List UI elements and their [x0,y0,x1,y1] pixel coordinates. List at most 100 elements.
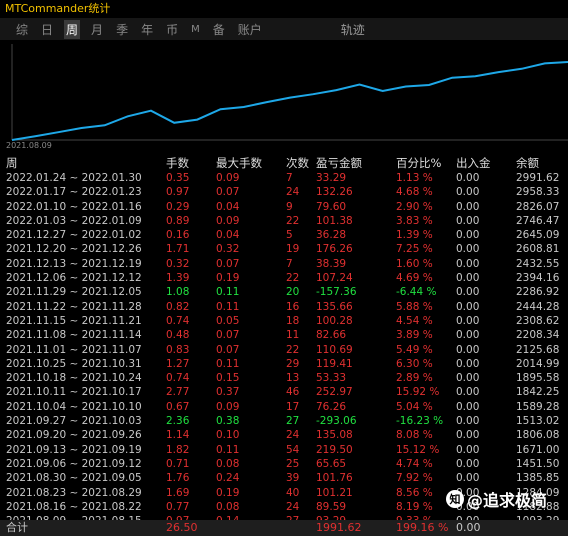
cell-pnl: 76.26 [316,400,347,413]
tab-day[interactable]: 日 [39,20,55,39]
cell-pct: 7.92 % [396,472,433,485]
table-row[interactable]: 2021.12.13 ~ 2021.12.19 0.32 0.07 7 38.39 1.6… [0,257,568,271]
table-row[interactable]: 2021.10.11 ~ 2021.10.17 2.77 0.37 46 252.97 1… [0,385,568,399]
cell-bal: 2394.16 [516,272,560,285]
header-pnl[interactable]: 盈亏金额 [316,155,362,171]
table-row[interactable]: 2021.11.15 ~ 2021.11.21 0.74 0.05 18 100.28 4… [0,314,568,328]
cell-io: 0.00 [456,457,480,470]
table-row[interactable]: 2021.09.27 ~ 2021.10.03 2.36 0.38 27 -293.06… [0,414,568,428]
tab-account[interactable]: 账户 [236,20,264,39]
cell-cnt: 5 [286,229,293,242]
cell-bal: 2432.55 [516,257,560,270]
header-deposit[interactable]: 出入金 [456,155,491,171]
table-row[interactable]: 2022.01.03 ~ 2022.01.09 0.89 0.09 22 101.38 3… [0,214,568,228]
balance-chart-svg [11,44,568,141]
tab-overview[interactable]: 综 [14,20,30,39]
table-row[interactable]: 2021.11.22 ~ 2021.11.28 0.82 0.11 16 135.66 5… [0,300,568,314]
cell-cnt: 7 [286,172,293,184]
balance-line [11,61,568,141]
cell-lots: 1.76 [166,472,190,485]
cell-io: 0.00 [456,243,480,256]
table-row[interactable]: 2021.08.30 ~ 2021.09.05 1.76 0.24 39 101.76 7… [0,471,568,485]
tab-year[interactable]: 年 [139,20,155,39]
tab-track[interactable]: 轨迹 [339,20,367,39]
cell-pnl: 101.21 [316,486,353,499]
tab-quarter[interactable]: 季 [114,20,130,39]
header-max-lots[interactable]: 最大手数 [216,155,262,171]
cell-bal: 2991.62 [516,172,560,184]
cell-pnl: 65.65 [316,457,347,470]
table-row[interactable]: 2021.12.27 ~ 2022.01.02 0.16 0.04 5 36.28 1.3… [0,228,568,242]
table-row[interactable]: 2021.09.13 ~ 2021.09.19 1.82 0.11 54 219.50 1… [0,443,568,457]
cell-max: 0.08 [216,457,240,470]
cell-pct: 8.08 % [396,429,433,442]
cell-pnl: -157.36 [316,286,357,299]
cell-pnl: 110.69 [316,343,353,356]
tab-month[interactable]: 月 [89,20,105,39]
cell-week: 2021.08.30 ~ 2021.09.05 [6,472,142,485]
cell-week: 2021.10.25 ~ 2021.10.31 [6,357,142,370]
cell-bal: 1513.02 [516,415,560,428]
cell-cnt: 40 [286,486,300,499]
table-row[interactable]: 2022.01.17 ~ 2022.01.23 0.97 0.07 24 132.26 4… [0,185,568,199]
cell-pct: 5.88 % [396,300,433,313]
cell-io: 0.00 [456,286,480,299]
cell-max: 0.15 [216,372,240,385]
header-lots[interactable]: 手数 [166,155,189,171]
cell-pnl: 101.38 [316,214,353,227]
tab-week[interactable]: 周 [64,19,81,39]
table-row[interactable]: 2022.01.10 ~ 2022.01.16 0.29 0.04 9 79.60 2.9… [0,200,568,214]
table-row[interactable]: 2021.09.20 ~ 2021.09.26 1.14 0.10 24 135.08 8… [0,428,568,442]
cell-pnl: 38.39 [316,257,347,270]
cell-week: 2021.09.20 ~ 2021.09.26 [6,429,142,442]
header-balance[interactable]: 余额 [516,155,539,171]
cell-bal: 2208.34 [516,329,560,342]
cell-max: 0.09 [216,214,240,227]
cell-bal: 2645.09 [516,229,560,242]
cell-week: 2021.12.20 ~ 2021.12.26 [6,243,142,256]
cell-pnl: 100.28 [316,314,353,327]
window-title: MTCommander统计 [0,0,568,18]
cell-bal: 1589.28 [516,400,560,413]
tab-currency[interactable]: 币 [164,20,180,39]
cell-io: 0.00 [456,272,480,285]
table-row[interactable]: 2022.01.24 ~ 2022.01.30 0.35 0.09 7 33.29 1.1… [0,171,568,185]
table-row[interactable]: 2021.11.08 ~ 2021.11.14 0.48 0.07 11 82.66 3.… [0,328,568,342]
header-week[interactable]: 周 [6,155,18,171]
table-row[interactable]: 2021.10.25 ~ 2021.10.31 1.27 0.11 29 119.41 6… [0,357,568,371]
cell-cnt: 11 [286,329,300,342]
zhihu-logo-icon: 知 [446,490,464,508]
cell-lots: 0.48 [166,329,190,342]
table-body: 2022.01.24 ~ 2022.01.30 0.35 0.09 7 33.29 1.1… [0,171,568,528]
cell-pnl: 135.08 [316,429,353,442]
cell-pnl: 82.66 [316,329,347,342]
total-deposit: 0.00 [456,521,481,534]
table-row[interactable]: 2021.11.01 ~ 2021.11.07 0.83 0.07 22 110.69 5… [0,343,568,357]
cell-pct: 3.89 % [396,329,433,342]
table-row[interactable]: 2021.11.29 ~ 2021.12.05 1.08 0.11 20 -157.36… [0,285,568,299]
tab-backup[interactable]: 备 [211,20,227,39]
cell-week: 2021.08.16 ~ 2021.08.22 [6,500,142,513]
cell-bal: 2308.62 [516,314,560,327]
cell-pct: 8.19 % [396,500,433,513]
cell-lots: 0.71 [166,457,190,470]
header-count[interactable]: 次数 [286,155,309,171]
table-row[interactable]: 2021.12.06 ~ 2021.12.12 1.39 0.19 22 107.24 4… [0,271,568,285]
table-row[interactable]: 2021.09.06 ~ 2021.09.12 0.71 0.08 25 65.65 4.… [0,457,568,471]
table-row[interactable]: 2021.10.04 ~ 2021.10.10 0.67 0.09 17 76.26 5.… [0,400,568,414]
cell-week: 2021.11.29 ~ 2021.12.05 [6,286,142,299]
tab-m[interactable]: M [189,23,202,36]
table-row[interactable]: 2021.10.18 ~ 2021.10.24 0.74 0.15 13 53.33 2.… [0,371,568,385]
cell-bal: 2826.07 [516,200,560,213]
cell-max: 0.09 [216,400,240,413]
table-row[interactable]: 2021.12.20 ~ 2021.12.26 1.71 0.32 19 176.26 7… [0,242,568,256]
cell-bal: 2014.99 [516,357,560,370]
cell-pct: 5.49 % [396,343,433,356]
cell-pct: -16.23 % [396,415,444,428]
cell-max: 0.11 [216,286,240,299]
cell-pnl: 176.26 [316,243,353,256]
cell-io: 0.00 [456,372,480,385]
cell-pct: -6.44 % [396,286,437,299]
cell-week: 2021.09.13 ~ 2021.09.19 [6,443,142,456]
header-percent[interactable]: 百分比% [396,155,441,171]
